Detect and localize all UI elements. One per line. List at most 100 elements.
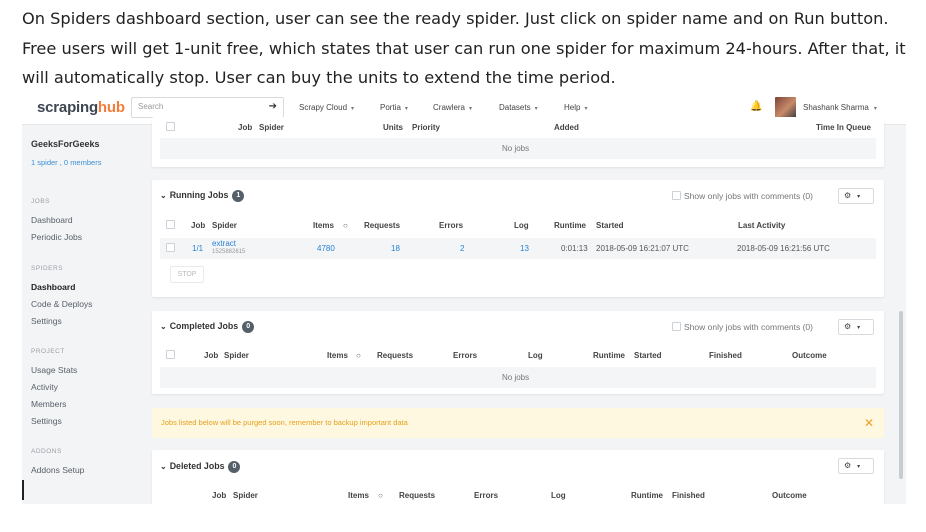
col-last-activity[interactable]: Last Activity [738,221,785,230]
sidebar-item-code-deploys[interactable]: Code & Deploys [31,299,92,309]
search-arrow-icon[interactable]: ➔ [269,101,277,112]
chevron-down-icon: ▾ [469,106,473,112]
sidebar-item-jobs-dashboard[interactable]: Dashboard [31,215,73,225]
col-spider[interactable]: Spider [259,123,284,132]
menu-label: Crawlera [433,103,466,112]
section-jobs: JOBS [31,198,50,205]
org-meta[interactable]: 1 spider , 0 members [31,158,101,167]
col-runtime[interactable]: Runtime [554,221,586,230]
scrollbar[interactable] [899,311,903,479]
col-job[interactable]: Job [212,491,226,500]
col-spider[interactable]: Spider [212,221,237,230]
bell-icon[interactable]: 🔔 [750,101,762,112]
chevron-down-icon: ▾ [351,106,355,112]
running-jobs-title[interactable]: ⌄ Running Jobs 1 [160,190,245,202]
sidebar-item-project-settings[interactable]: Settings [31,416,62,426]
search-input[interactable]: Search ➔ [131,97,284,118]
col-units[interactable]: Units [383,123,403,132]
col-finished[interactable]: Finished [709,351,742,360]
col-requests[interactable]: Requests [364,221,400,230]
log-link[interactable]: 13 [520,244,529,253]
sidebar-item-periodic-jobs[interactable]: Periodic Jobs [31,232,82,242]
panel-title: Completed Jobs [169,321,239,331]
scrapinghub-screenshot: scrapinghub Search ➔ Scrapy Cloud ▾ Porti… [22,92,906,504]
purge-warning: Jobs listed below will be purged soon, r… [152,408,884,438]
settings-dropdown[interactable]: ⚙ ▾ [838,319,874,335]
col-runtime[interactable]: Runtime [631,491,663,500]
col-finished[interactable]: Finished [672,491,705,500]
chevron-down-icon: ▾ [857,193,861,200]
requests-link[interactable]: 18 [391,244,400,253]
gear-icon: ⚙ [844,322,852,331]
show-only-comments[interactable]: Show only jobs with comments (0) [672,322,813,332]
col-spider[interactable]: Spider [224,351,249,360]
close-icon[interactable]: ✕ [864,416,874,430]
items-link[interactable]: 4780 [317,244,335,253]
settings-dropdown[interactable]: ⚙ ▾ [838,458,874,474]
stop-button[interactable]: STOP [170,266,204,283]
col-priority[interactable]: Priority [412,123,440,132]
menu-datasets[interactable]: Datasets ▾ [499,103,538,112]
sidebar-item-spiders-dashboard[interactable]: Dashboard [31,282,75,292]
job-link[interactable]: 1/1 [192,244,203,253]
col-started[interactable]: Started [596,221,624,230]
col-log[interactable]: Log [528,351,543,360]
col-log[interactable]: Log [551,491,566,500]
select-all-checkbox[interactable] [166,122,175,131]
sidebar-item-activity[interactable]: Activity [31,382,58,392]
col-errors[interactable]: Errors [439,221,463,230]
menu-scrapy-cloud[interactable]: Scrapy Cloud ▾ [299,103,354,112]
empty-message: No jobs [502,144,530,153]
chevron-down-icon: ▾ [584,106,588,112]
settings-dropdown[interactable]: ⚙ ▾ [838,188,874,204]
sidebar-item-members[interactable]: Members [31,399,66,409]
spider-link[interactable]: extract [212,239,236,248]
chevron-down-icon: ⌄ [160,462,167,471]
chevron-down-icon: ▾ [534,106,538,112]
col-started[interactable]: Started [634,351,662,360]
gear-icon: ⚙ [844,191,852,200]
menu-crawlera[interactable]: Crawlera ▾ [433,103,472,112]
col-items[interactable]: Items [313,221,334,230]
user-menu[interactable]: Shashank Sharma ▾ [803,103,877,112]
menu-help[interactable]: Help ▾ [564,103,587,112]
col-spider[interactable]: Spider [233,491,258,500]
chevron-down-icon: ▾ [404,106,408,112]
sidebar-item-spiders-settings[interactable]: Settings [31,316,62,326]
col-added[interactable]: Added [554,123,579,132]
comments-checkbox[interactable] [672,191,681,200]
col-outcome[interactable]: Outcome [792,351,827,360]
sidebar: GeeksForGeeks 1 spider , 0 members JOBS … [22,125,150,504]
article-line-2: Free users will get 1-unit free, which s… [22,38,906,58]
count-badge: 1 [232,190,245,202]
menu-portia[interactable]: Portia ▾ [380,103,408,112]
sidebar-item-usage-stats[interactable]: Usage Stats [31,365,77,375]
org-name[interactable]: GeeksForGeeks [31,139,100,149]
avatar[interactable] [775,97,796,118]
select-all-checkbox[interactable] [166,220,175,229]
show-only-comments[interactable]: Show only jobs with comments (0) [672,191,813,201]
menu-label: Datasets [499,103,531,112]
comments-checkbox[interactable] [672,322,681,331]
col-errors[interactable]: Errors [453,351,477,360]
col-time-in-queue[interactable]: Time In Queue [816,123,871,132]
errors-link[interactable]: 2 [460,244,464,253]
col-requests[interactable]: Requests [399,491,435,500]
sidebar-item-addons-setup[interactable]: Addons Setup [31,465,84,475]
deleted-jobs-title[interactable]: ⌄ Deleted Jobs 0 [160,461,241,473]
col-items[interactable]: Items [327,351,348,360]
completed-jobs-title[interactable]: ⌄ Completed Jobs 0 [160,321,255,333]
col-job[interactable]: Job [238,123,252,132]
col-job[interactable]: Job [204,351,218,360]
col-errors[interactable]: Errors [474,491,498,500]
scrapinghub-logo[interactable]: scrapinghub [37,99,125,116]
col-runtime[interactable]: Runtime [593,351,625,360]
col-log[interactable]: Log [514,221,529,230]
article-line-1: On Spiders dashboard section, user can s… [22,9,889,28]
col-requests[interactable]: Requests [377,351,413,360]
col-job[interactable]: Job [191,221,205,230]
col-outcome[interactable]: Outcome [772,491,807,500]
row-checkbox[interactable] [166,243,175,252]
select-all-checkbox[interactable] [166,350,175,359]
col-items[interactable]: Items [348,491,369,500]
